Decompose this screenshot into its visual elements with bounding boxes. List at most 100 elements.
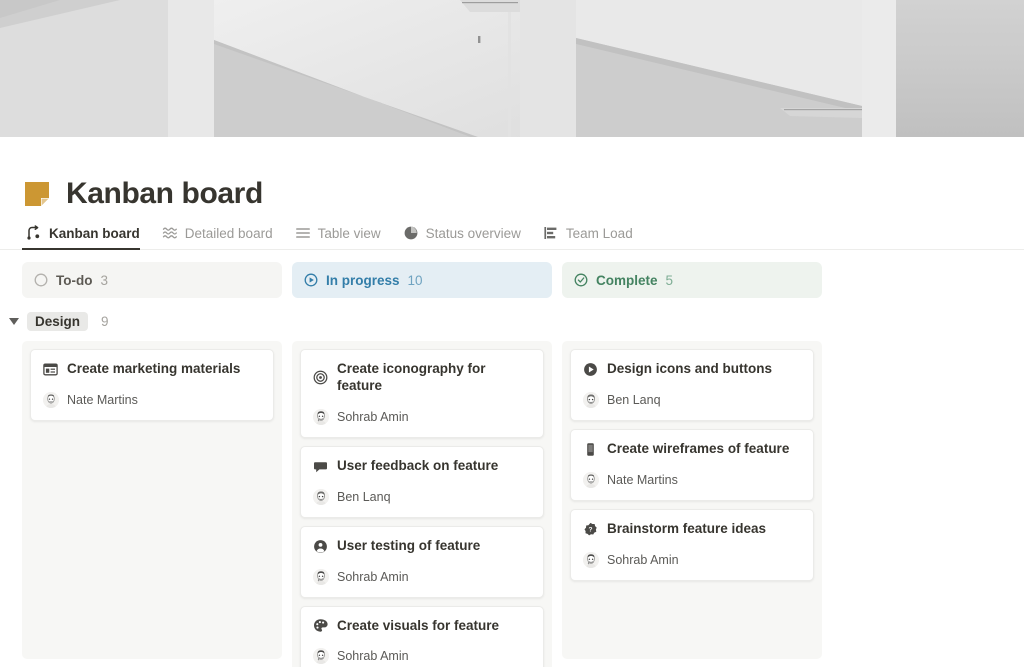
assignee-name: Nate Martins — [607, 472, 678, 487]
lane-todo[interactable]: Create marketing materials Nate Martins — [22, 341, 282, 659]
board-column-headers: To-do 3 In progress 10 Complete 5 — [0, 250, 1024, 298]
card-title-row: Create visuals for feature — [313, 618, 531, 635]
column-header-in-progress[interactable]: In progress 10 — [292, 262, 552, 298]
circle-empty-icon — [34, 273, 48, 287]
column-count: 5 — [665, 272, 674, 288]
page-cover-banner — [0, 0, 1024, 137]
help-badge-icon: ? — [583, 522, 598, 537]
card-title-row: Create wireframes of feature — [583, 441, 801, 458]
card-title: Design icons and buttons — [607, 361, 773, 376]
assignee-name: Sohrab Amin — [337, 409, 409, 424]
card[interactable]: Design icons and buttons Ben Lanq — [570, 349, 814, 421]
avatar — [313, 568, 329, 585]
lane-complete[interactable]: Design icons and buttons Ben Lanq Create… — [562, 341, 822, 659]
tab-kanban-board[interactable]: Kanban board — [22, 225, 150, 250]
group-count: 9 — [101, 314, 109, 329]
column-count: 3 — [100, 272, 108, 288]
circle-play-icon — [304, 273, 318, 287]
card-title: Create visuals for feature — [337, 617, 500, 633]
play-circle-icon — [583, 362, 598, 377]
card-assignee[interactable]: Sohrab Amin — [313, 568, 531, 585]
banner-abstract-architecture-image — [0, 0, 1024, 137]
page-title-row: Kanban board — [0, 137, 1024, 209]
column-header-todo[interactable]: To-do 3 — [22, 262, 282, 298]
avatar — [583, 391, 599, 408]
circle-check-icon — [574, 273, 588, 287]
card-title: User feedback on feature — [337, 457, 499, 473]
column-todo: To-do 3 — [22, 262, 282, 298]
card-assignee[interactable]: Ben Lanq — [313, 488, 531, 505]
assignee-name: Sohrab Amin — [337, 569, 409, 584]
card-title-row: Design icons and buttons — [583, 361, 801, 378]
target-icon — [313, 370, 328, 385]
card-assignee[interactable]: Nate Martins — [583, 471, 801, 488]
avatar — [43, 391, 59, 408]
assignee-name: Ben Lanq — [337, 489, 391, 504]
column-count: 10 — [407, 272, 423, 288]
card[interactable]: User testing of feature Sohrab Amin — [300, 525, 544, 598]
card-assignee[interactable]: Nate Martins — [43, 391, 261, 408]
assignee-name: Sohrab Amin — [607, 552, 679, 567]
tab-table-view[interactable]: Table view — [291, 225, 391, 249]
column-name: In progress — [326, 272, 400, 288]
card-assignee[interactable]: Sohrab Amin — [313, 408, 531, 425]
speech-bubble-icon — [313, 459, 328, 474]
user-circle-icon — [313, 539, 328, 554]
card-title: Create wireframes of feature — [607, 440, 790, 456]
bar-chart-icon — [543, 225, 559, 241]
card-title-row: User testing of feature — [313, 538, 531, 555]
card[interactable]: Create wireframes of feature Nate Martin… — [570, 428, 814, 501]
page-content: Kanban board Kanban board Detailed board… — [0, 137, 1024, 667]
card-title-row: User feedback on feature — [313, 458, 531, 475]
tab-label: Team Load — [565, 225, 633, 241]
card-title: Create iconography for feature — [337, 361, 486, 393]
avatar — [313, 488, 329, 505]
lane-in-progress[interactable]: Create iconography for feature Sohrab Am… — [292, 341, 552, 667]
avatar — [313, 648, 329, 665]
layout-icon — [43, 362, 58, 377]
assignee-name: Ben Lanq — [607, 392, 661, 407]
list-lines-icon — [295, 225, 311, 241]
card-assignee[interactable]: Sohrab Amin — [583, 551, 801, 568]
card-assignee[interactable]: Sohrab Amin — [313, 648, 531, 665]
avatar — [583, 551, 599, 568]
group-label[interactable]: Design — [27, 312, 89, 331]
card-title: Brainstorm feature ideas — [607, 520, 767, 536]
pie-chart-icon — [403, 225, 419, 241]
card-title-row: Create marketing materials — [43, 361, 261, 378]
card-title: User testing of feature — [337, 537, 481, 553]
card[interactable]: User feedback on feature Ben Lanq — [300, 445, 544, 518]
avatar — [313, 408, 329, 425]
column-name: Complete — [596, 272, 658, 288]
card-title-row: ? Brainstorm feature ideas — [583, 521, 801, 538]
tab-label: Table view — [317, 225, 381, 241]
column-name: To-do — [56, 272, 93, 288]
card[interactable]: Create iconography for feature Sohrab Am… — [300, 349, 544, 438]
chevron-down-icon[interactable] — [9, 318, 19, 325]
card[interactable]: Create marketing materials Nate Martins — [30, 349, 274, 421]
tab-team-load[interactable]: Team Load — [539, 225, 643, 249]
avatar — [583, 471, 599, 488]
column-header-complete[interactable]: Complete 5 — [562, 262, 822, 298]
card[interactable]: ? Brainstorm feature ideas Sohrab Amin — [570, 508, 814, 581]
waves-icon — [162, 225, 178, 241]
phone-icon — [583, 442, 598, 457]
card-title: Create marketing materials — [67, 361, 241, 376]
palette-icon — [313, 618, 328, 633]
card[interactable]: Create visuals for feature Sohrab Amin — [300, 605, 544, 667]
tab-status-overview[interactable]: Status overview — [399, 225, 531, 249]
page-title: Kanban board — [66, 177, 263, 210]
sticky-note-icon — [22, 179, 52, 209]
view-tabs: Kanban board Detailed board Table view S… — [0, 209, 1024, 250]
tab-detailed-board[interactable]: Detailed board — [158, 225, 283, 249]
kanban-icon — [26, 225, 42, 241]
card-assignee[interactable]: Ben Lanq — [583, 391, 801, 408]
tab-label: Detailed board — [184, 225, 273, 241]
assignee-name: Nate Martins — [67, 392, 138, 407]
tab-label: Kanban board — [49, 225, 140, 241]
column-complete: Complete 5 — [562, 262, 822, 298]
board-lanes: Create marketing materials Nate Martins … — [0, 341, 1024, 667]
tab-label: Status overview — [425, 225, 521, 241]
group-header-design: Design 9 — [0, 298, 1024, 341]
column-in-progress: In progress 10 — [292, 262, 552, 298]
